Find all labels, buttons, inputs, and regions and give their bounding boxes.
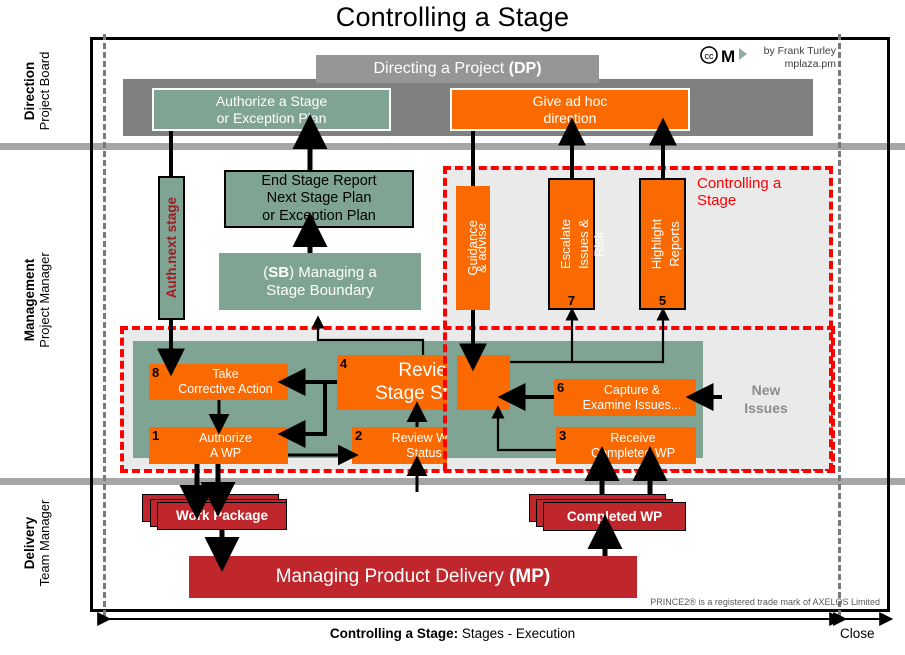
project-end-boundary	[838, 34, 841, 616]
new-issues-line2-2: Issues	[744, 400, 788, 417]
sb-suffix: ) Managing a	[289, 263, 377, 281]
directing-a-project-bar[interactable]: Directing a Project (DP)	[316, 55, 599, 83]
lane-label-management-role: Project Manager	[37, 252, 52, 348]
give-ad-hoc-direction-box[interactable]: Give ad hoc direction	[450, 88, 690, 131]
page-title: Controlling a Stage	[335, 2, 570, 32]
lane-label-management: Management Project Manager	[22, 220, 52, 380]
lane-label-direction-title: Direction	[22, 61, 37, 121]
author-credit: by Frank Turley mplaza.pm	[750, 45, 836, 71]
end-stage-report-box[interactable]: End Stage Report Next Stage Plan or Exce…	[224, 170, 414, 228]
managing-stage-boundary-box[interactable]: (SB) Managing a Stage Boundary	[219, 253, 421, 310]
project-start-boundary	[103, 34, 106, 616]
esr-line1: End Stage Report	[261, 173, 377, 190]
mp-label-bold: (MP)	[509, 565, 551, 587]
sb-bold: SB	[268, 263, 290, 281]
credit-site: mplaza.pm	[784, 58, 836, 71]
activity-receive-completed-wp-redraw[interactable]: 3 Receive Completed WP	[556, 427, 696, 464]
authorize-stage-line2: or Exception Plan	[216, 109, 327, 126]
authorize-a-stage-box[interactable]: Authorize a Stage or Exception Plan	[152, 88, 391, 131]
sb-line2: Stage Boundary	[266, 281, 374, 299]
activity-6-line2-2: Examine Issues...	[582, 397, 682, 412]
activity-6-line1-2: Capture &	[603, 382, 661, 397]
credit-author: by Frank Turley	[763, 45, 836, 57]
dp-label-bold: (DP)	[508, 59, 542, 77]
esr-line3: or Exception Plan	[262, 207, 376, 224]
ad-hoc-line1: Give ad hoc	[532, 92, 608, 109]
lane-label-direction: Direction Project Board	[22, 11, 52, 171]
new-issues-line1-2: New	[751, 382, 781, 398]
auth-next-stage-label: Auth.next stage	[163, 197, 179, 299]
cc-mp-logo: cc M	[700, 44, 750, 66]
mp-label-plain: Managing Product Delivery	[275, 565, 510, 587]
activity-6-number-2: 6	[557, 380, 565, 395]
completed-wp-box[interactable]: Completed WP	[543, 502, 686, 531]
svg-text:M: M	[721, 47, 735, 66]
lane-label-direction-role: Project Board	[37, 51, 52, 131]
completed-wp-label: Completed WP	[566, 508, 663, 524]
lane-label-management-title: Management	[22, 258, 37, 342]
lane-label-delivery-title: Delivery	[22, 516, 37, 570]
trademark-notice: PRINCE2® is a registered trade mark of A…	[600, 597, 880, 607]
esr-line2: Next Stage Plan	[266, 190, 372, 207]
ad-hoc-line2: direction	[543, 109, 597, 126]
dp-label-plain: Directing a Project	[373, 59, 509, 77]
work-package-box[interactable]: Work Package	[157, 502, 287, 530]
work-package-label: Work Package	[175, 508, 269, 524]
lane-label-delivery: Delivery Team Manager	[22, 463, 52, 623]
activity-3-number-2: 3	[559, 428, 567, 443]
auth-next-stage-box[interactable]: Auth.next stage	[158, 176, 185, 320]
bottom-caption-bold: Controlling a Stage:	[329, 626, 459, 641]
lane-label-delivery-role: Team Manager	[37, 499, 52, 587]
activity-review-stage-status-redraw	[457, 355, 510, 410]
activity-capture-examine-issues-redraw[interactable]: 6 Capture & Examine Issues...	[554, 379, 696, 416]
trademark-text: PRINCE2® is a registered trade mark of A…	[650, 597, 880, 607]
new-issues-label-redraw: New Issues	[726, 381, 806, 417]
authorize-stage-line1: Authorize a Stage	[215, 92, 328, 109]
bottom-caption-rest: Stages - Execution	[458, 626, 576, 641]
managing-product-delivery-box[interactable]: Managing Product Delivery (MP)	[189, 556, 637, 598]
activity-3-line2-2: Completed WP	[590, 445, 676, 460]
bottom-caption: Controlling a Stage: Stages - Execution	[0, 626, 905, 641]
close-label: Close	[840, 626, 875, 641]
activity-3-line1-2: Receive	[610, 430, 656, 445]
svg-text:cc: cc	[705, 51, 715, 61]
